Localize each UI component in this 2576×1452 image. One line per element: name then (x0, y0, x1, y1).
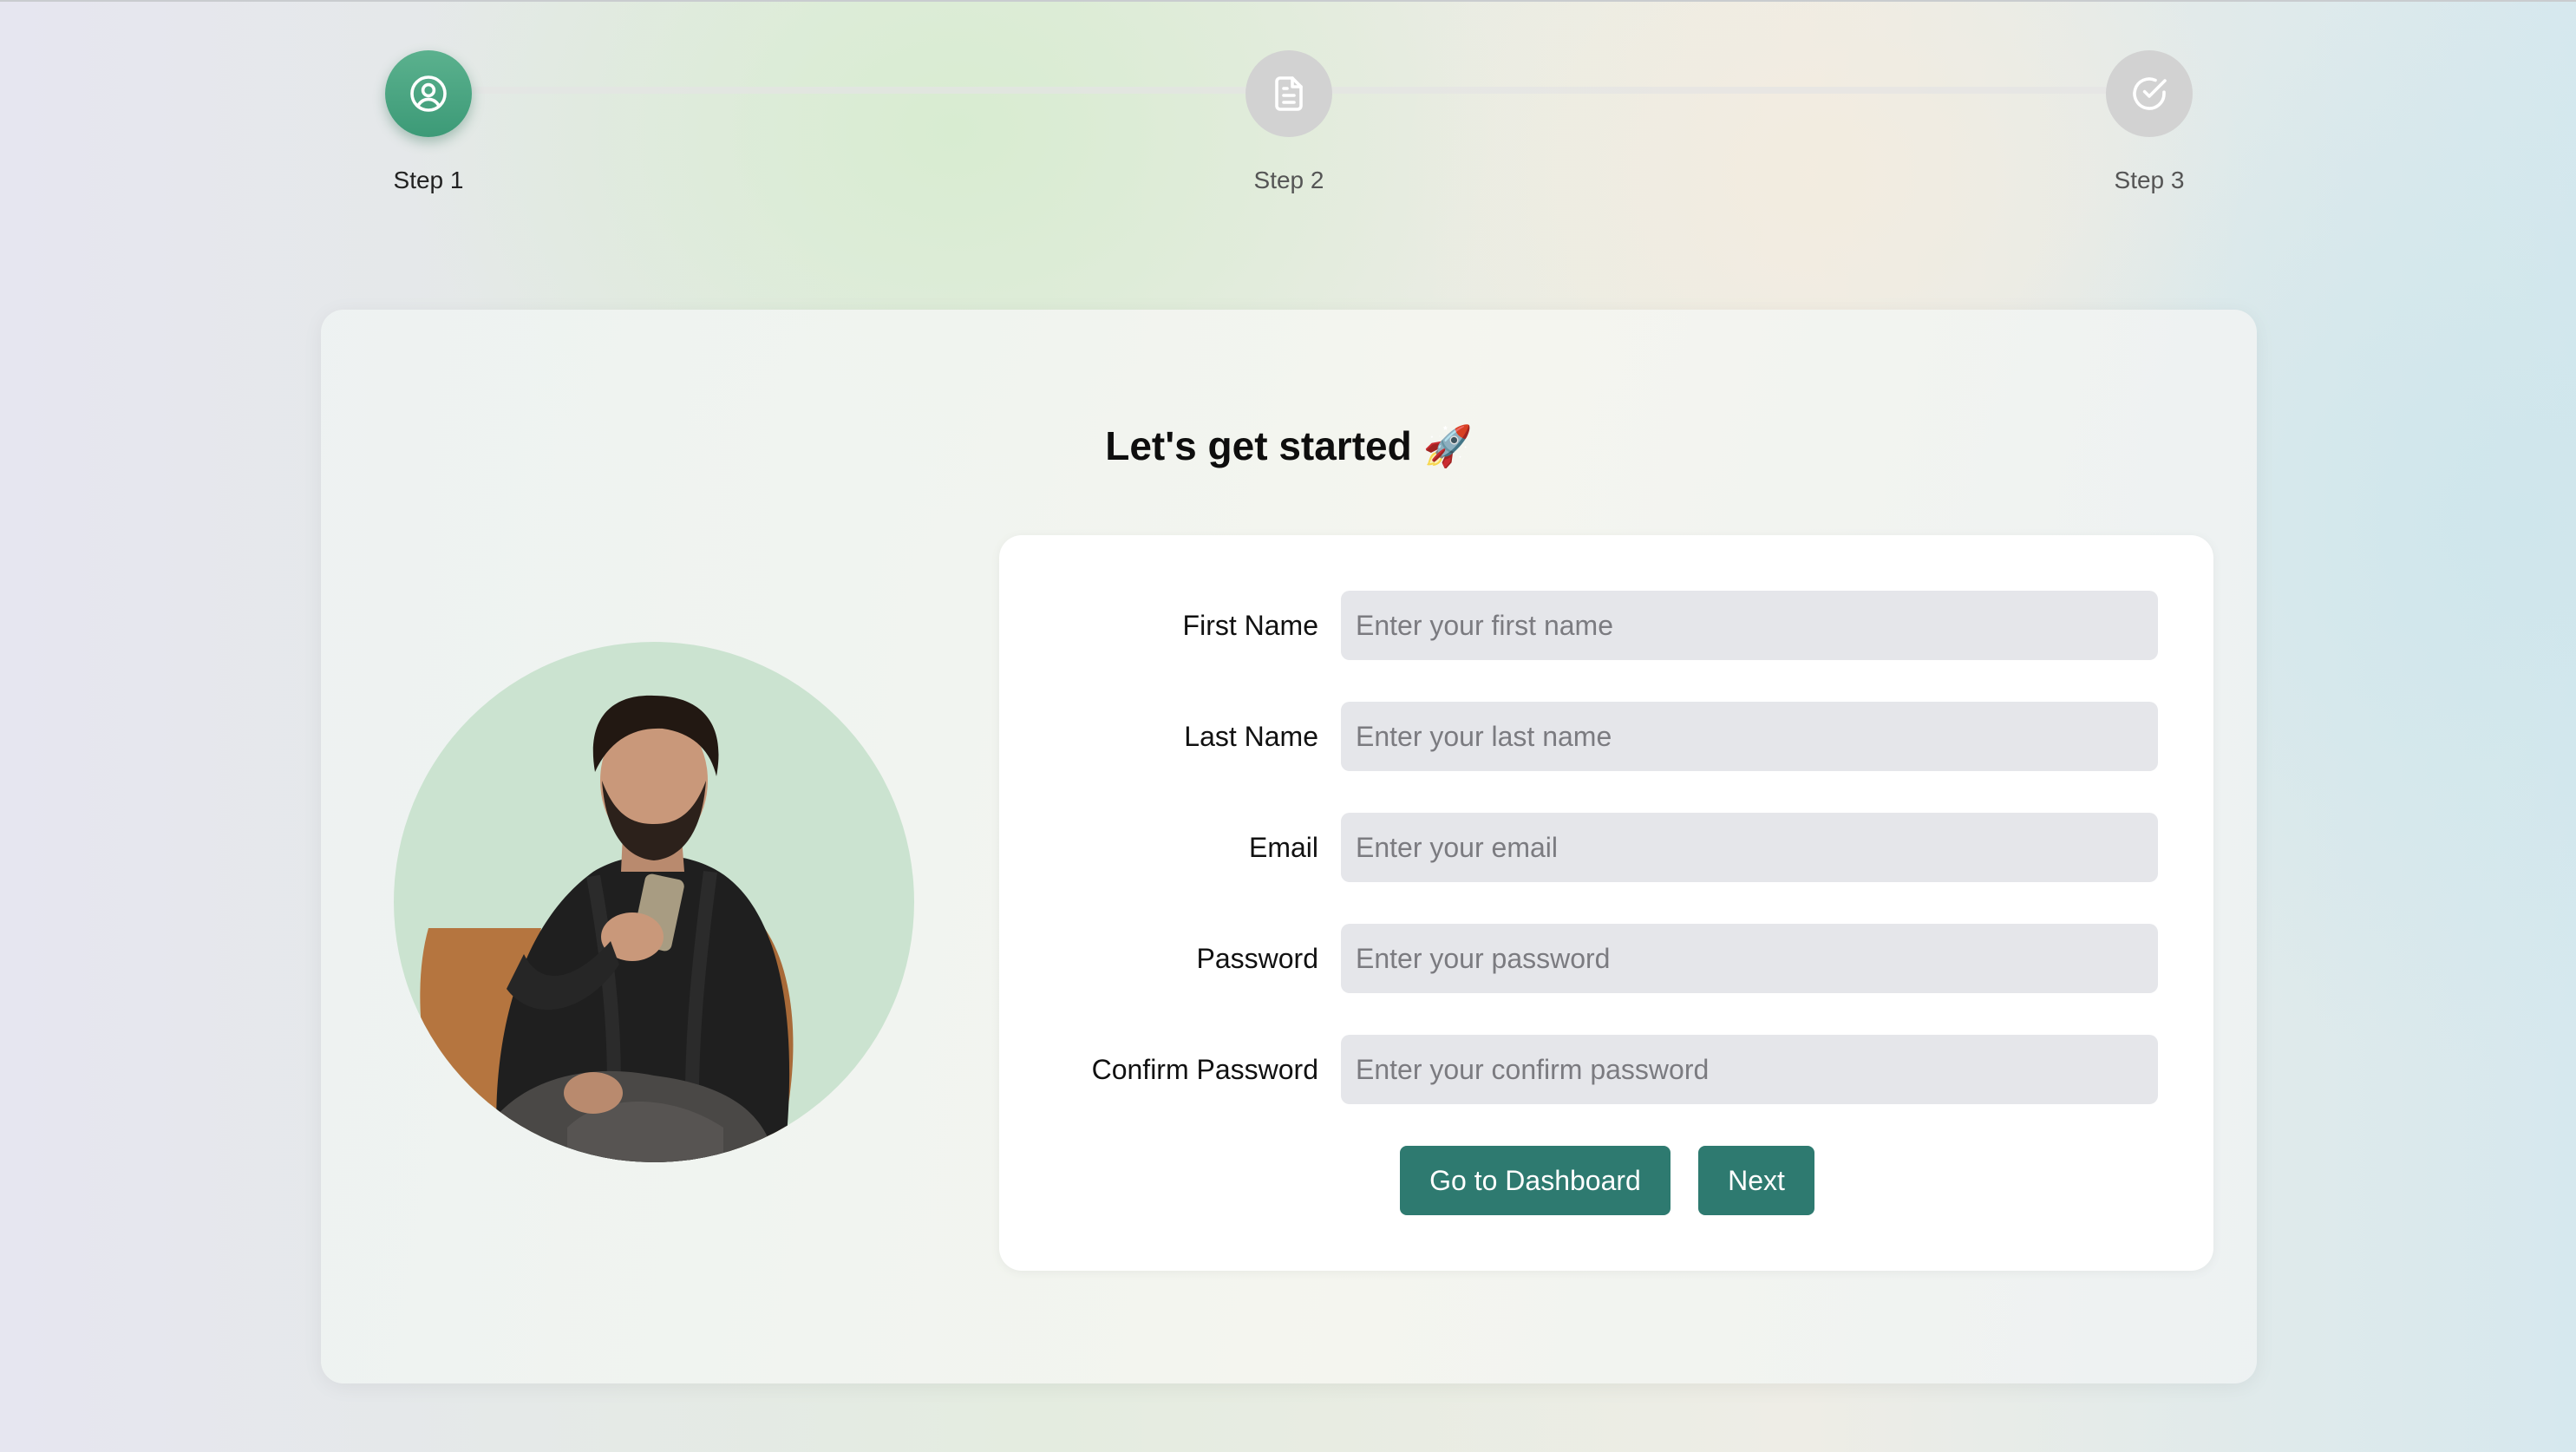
check-circle-icon (2133, 77, 2167, 110)
confirm-password-label: Confirm Password (1091, 1054, 1318, 1085)
page-title: Let's get started 🚀 (1105, 423, 1473, 468)
go-to-dashboard-button[interactable]: Go to Dashboard (1400, 1146, 1670, 1215)
first-name-row: First Name (999, 591, 2213, 660)
user-circle-icon (410, 75, 447, 112)
signup-form: First Name Last Name Email Password Conf… (999, 535, 2213, 1271)
password-row: Password (999, 924, 2213, 993)
profile-illustration (394, 642, 914, 1162)
step-2[interactable]: Step 2 (1202, 50, 1376, 194)
step-3-label: Step 3 (2114, 167, 2185, 193)
next-button[interactable]: Next (1698, 1146, 1814, 1215)
confirm-password-input[interactable] (1341, 1035, 2158, 1104)
person-with-phone-illustration (420, 695, 794, 1162)
email-input[interactable] (1341, 813, 2158, 882)
step-3[interactable]: Step 3 (2063, 50, 2236, 194)
step-2-circle[interactable] (1246, 50, 1332, 137)
last-name-row: Last Name (999, 702, 2213, 771)
step-1[interactable]: Step 1 (342, 50, 515, 194)
step-2-label: Step 2 (1253, 167, 1324, 193)
step-1-label: Step 1 (393, 167, 464, 193)
email-row: Email (999, 813, 2213, 882)
last-name-label: Last Name (1184, 721, 1318, 752)
password-label: Password (1196, 943, 1319, 974)
confirm-password-row: Confirm Password (999, 1035, 2213, 1104)
step-1-circle[interactable] (385, 50, 472, 137)
email-label: Email (1248, 832, 1318, 863)
progress-stepper: Step 1 Step 2 Step 3 (0, 0, 2576, 226)
step-3-circle[interactable] (2106, 50, 2193, 137)
signup-card: Let's get started 🚀 First Name Enter you… (321, 310, 2257, 1383)
first-name-label: First Name (1182, 610, 1318, 641)
last-name-input[interactable] (1341, 702, 2158, 771)
first-name-input[interactable] (1341, 591, 2158, 660)
document-icon (1275, 76, 1303, 111)
password-input[interactable] (1341, 924, 2158, 993)
